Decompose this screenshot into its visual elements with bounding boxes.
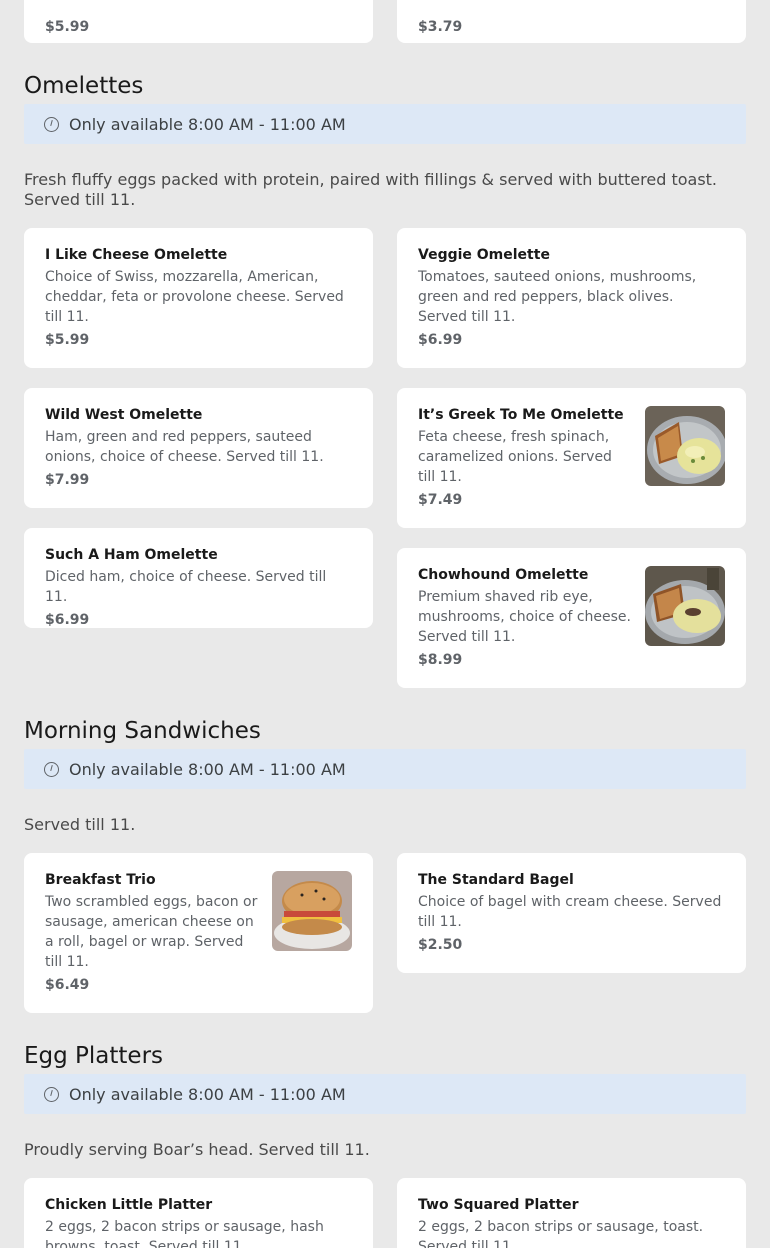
item-price: $3.79: [418, 19, 463, 35]
menu-item-card[interactable]: Veggie Omelette Tomatoes, sauteed onions…: [397, 228, 746, 368]
item-price: $5.99: [45, 19, 90, 35]
item-name: Breakfast Trio: [45, 872, 156, 888]
item-name: It’s Greek To Me Omelette: [418, 407, 624, 423]
sandwich-photo: [272, 871, 352, 951]
item-description: 2 eggs, 2 bacon strips or sausage, toast…: [418, 1219, 704, 1248]
menu-item-card[interactable]: It’s Greek To Me Omelette Feta cheese, f…: [397, 388, 746, 528]
menu-item-card[interactable]: $3.79: [397, 0, 746, 43]
menu-item-card[interactable]: Chowhound Omelette Premium shaved rib ey…: [397, 548, 746, 688]
section-description: Proudly serving Boar’s head. Served till…: [24, 1140, 370, 1159]
item-price: $6.99: [45, 612, 90, 628]
availability-text: Only available 8:00 AM - 11:00 AM: [69, 759, 346, 779]
availability-banner: Only available 8:00 AM - 11:00 AM: [24, 749, 746, 789]
item-name: I Like Cheese Omelette: [45, 247, 228, 263]
menu-item-card[interactable]: Wild West Omelette Ham, green and red pe…: [24, 388, 373, 508]
menu-item-card[interactable]: Chicken Little Platter 2 eggs, 2 bacon s…: [24, 1178, 373, 1248]
item-price: $8.99: [418, 652, 463, 668]
item-description: Tomatoes, sauteed onions, mushrooms, gre…: [418, 269, 697, 325]
item-name: Chowhound Omelette: [418, 567, 589, 583]
omelette-photo: [645, 566, 725, 646]
section-title-platters: Egg Platters: [24, 1043, 164, 1069]
item-name: Such A Ham Omelette: [45, 547, 218, 563]
item-description: Choice of Swiss, mozzarella, American, c…: [45, 269, 344, 325]
item-description: Diced ham, choice of cheese. Served till…: [45, 569, 327, 605]
item-name: Veggie Omelette: [418, 247, 550, 263]
section-description: Fresh fluffy eggs packed with protein, p…: [24, 170, 718, 209]
item-price: $5.99: [45, 332, 90, 348]
item-price: $7.99: [45, 472, 90, 488]
clock-icon: [44, 116, 59, 132]
menu-item-card[interactable]: Such A Ham Omelette Diced ham, choice of…: [24, 528, 373, 628]
availability-text: Only available 8:00 AM - 11:00 AM: [69, 1084, 346, 1104]
item-name: Two Squared Platter: [418, 1197, 579, 1213]
menu-item-card[interactable]: Breakfast Trio Two scrambled eggs, bacon…: [24, 853, 373, 1013]
section-description: Served till 11.: [24, 815, 136, 834]
availability-banner: Only available 8:00 AM - 11:00 AM: [24, 1074, 746, 1114]
item-price: $7.49: [418, 492, 463, 508]
item-description: Two scrambled eggs, bacon or sausage, am…: [45, 894, 258, 970]
item-description: Choice of bagel with cream cheese. Serve…: [418, 894, 722, 930]
item-description: 2 eggs, 2 bacon strips or sausage, hash …: [45, 1219, 324, 1248]
item-name: Wild West Omelette: [45, 407, 203, 423]
menu-item-card[interactable]: The Standard Bagel Choice of bagel with …: [397, 853, 746, 973]
section-title-sandwiches: Morning Sandwiches: [24, 718, 261, 744]
menu-item-card[interactable]: $5.99: [24, 0, 373, 43]
availability-text: Only available 8:00 AM - 11:00 AM: [69, 114, 346, 134]
clock-icon: [44, 1086, 59, 1102]
availability-banner: Only available 8:00 AM - 11:00 AM: [24, 104, 746, 144]
section-title-omelettes: Omelettes: [24, 73, 144, 99]
menu-item-card[interactable]: Two Squared Platter 2 eggs, 2 bacon stri…: [397, 1178, 746, 1248]
item-description: Premium shaved rib eye, mushrooms, choic…: [418, 589, 631, 645]
item-price: $6.49: [45, 977, 90, 993]
item-name: The Standard Bagel: [418, 872, 574, 888]
item-description: Feta cheese, fresh spinach, caramelized …: [418, 429, 612, 485]
item-price: $6.99: [418, 332, 463, 348]
item-name: Chicken Little Platter: [45, 1197, 213, 1213]
item-price: $2.50: [418, 937, 463, 953]
item-description: Ham, green and red peppers, sauteed onio…: [45, 429, 324, 465]
omelette-photo: [645, 406, 725, 486]
menu-item-card[interactable]: I Like Cheese Omelette Choice of Swiss, …: [24, 228, 373, 368]
clock-icon: [44, 761, 59, 777]
